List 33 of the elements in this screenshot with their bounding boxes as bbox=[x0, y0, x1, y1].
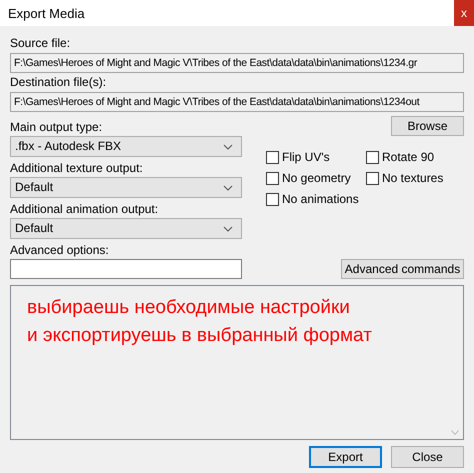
advanced-options-field[interactable] bbox=[10, 259, 242, 279]
dropdown-label: Additional texture output: bbox=[10, 161, 143, 176]
field-label: Advanced options: bbox=[10, 243, 109, 258]
checkbox-option[interactable]: No textures bbox=[366, 171, 444, 186]
field-label: Destination file(s): bbox=[10, 75, 106, 90]
checkbox[interactable] bbox=[266, 151, 279, 164]
checkbox[interactable] bbox=[266, 172, 279, 185]
source-file-field[interactable]: F:\Games\Heroes of Might and Magic V\Tribes of the East\data\data\bin\animations\1234.gr bbox=[10, 53, 464, 73]
chevron-down-icon bbox=[223, 184, 233, 190]
checkbox-option[interactable]: Rotate 90 bbox=[366, 150, 434, 165]
window-close-button[interactable]: x bbox=[454, 0, 474, 26]
dropdown[interactable]: .fbx - Autodesk FBX bbox=[10, 136, 242, 157]
field-label: Source file: bbox=[10, 36, 70, 51]
chevron-down-icon bbox=[223, 226, 233, 232]
dropdown-label: Main output type: bbox=[10, 120, 102, 135]
checkbox-option[interactable]: No animations bbox=[266, 192, 359, 207]
log-text: и экспортируешь в выбранный формат bbox=[27, 324, 372, 348]
checkbox[interactable] bbox=[366, 172, 379, 185]
checkbox-option[interactable]: Flip UV's bbox=[266, 150, 330, 165]
checkbox-option[interactable]: No geometry bbox=[266, 171, 351, 186]
window-title: Export Media bbox=[8, 6, 85, 20]
advanced-commands-button[interactable]: Advanced commands bbox=[341, 259, 464, 279]
dialog-button[interactable]: Export bbox=[309, 446, 382, 468]
log-text: выбираешь необходимые настройки bbox=[27, 296, 350, 320]
dropdown[interactable]: Default bbox=[10, 177, 242, 198]
checkbox[interactable] bbox=[266, 193, 279, 206]
chevron-down-icon bbox=[223, 144, 233, 150]
checkbox[interactable] bbox=[366, 151, 379, 164]
browse-button[interactable]: Browse bbox=[391, 116, 464, 136]
destination-file-field[interactable]: F:\Games\Heroes of Might and Magic V\Tribes of the East\data\data\bin\animations\1234out bbox=[10, 92, 464, 112]
dialog-button[interactable]: Close bbox=[391, 446, 464, 468]
dropdown[interactable]: Default bbox=[10, 218, 242, 239]
dropdown-label: Additional animation output: bbox=[10, 202, 158, 217]
